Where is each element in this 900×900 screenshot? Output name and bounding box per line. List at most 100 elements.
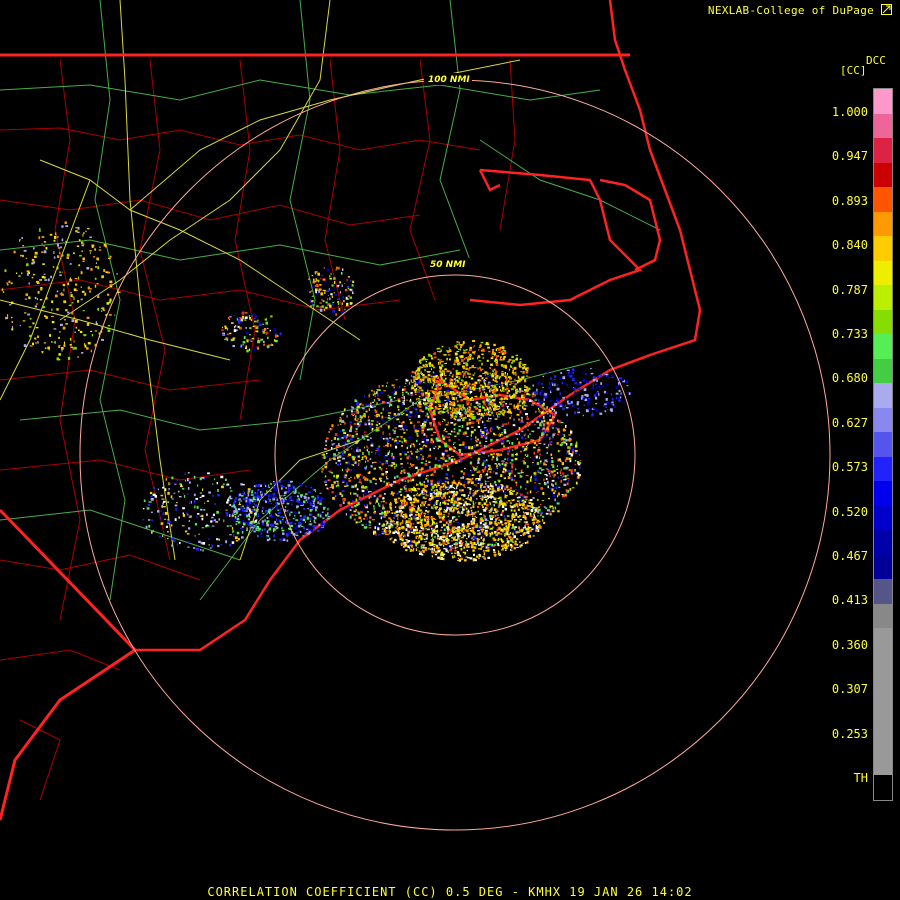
radar-echo bbox=[414, 497, 416, 500]
radar-echo bbox=[383, 510, 387, 514]
radar-echo bbox=[535, 521, 539, 523]
radar-echo bbox=[554, 490, 557, 492]
radar-echo bbox=[398, 530, 400, 533]
radar-echo bbox=[453, 393, 456, 396]
radar-echo bbox=[406, 504, 408, 506]
radar-echo bbox=[470, 506, 472, 509]
radar-echo bbox=[319, 500, 323, 502]
radar-echo bbox=[431, 520, 434, 524]
radar-echo bbox=[442, 457, 445, 460]
radar-echo bbox=[373, 507, 375, 511]
radar-echo bbox=[424, 463, 428, 466]
radar-echo bbox=[298, 524, 301, 528]
radar-echo bbox=[472, 500, 474, 504]
radar-echo bbox=[426, 516, 430, 519]
radar-echo bbox=[520, 450, 522, 453]
radar-echo bbox=[524, 525, 526, 528]
radar-echo bbox=[529, 515, 533, 517]
radar-echo bbox=[536, 444, 538, 446]
radar-echo bbox=[516, 505, 519, 508]
radar-echo bbox=[553, 492, 556, 495]
radar-echo bbox=[456, 347, 458, 349]
radar-echo bbox=[77, 356, 79, 358]
radar-echo bbox=[497, 506, 501, 508]
radar-echo bbox=[274, 488, 277, 492]
radar-echo bbox=[449, 447, 452, 451]
radar-echo bbox=[225, 478, 227, 481]
radar-echo bbox=[557, 450, 560, 453]
radar-echo bbox=[477, 510, 479, 513]
radar-echo bbox=[298, 511, 300, 514]
radar-echo bbox=[526, 465, 529, 468]
radar-echo bbox=[323, 506, 326, 509]
radar-echo bbox=[507, 476, 511, 480]
radar-echo bbox=[446, 409, 449, 412]
radar-echo bbox=[434, 382, 437, 384]
radar-echo bbox=[51, 315, 54, 318]
radar-echo bbox=[487, 350, 491, 353]
radar-echo bbox=[533, 451, 535, 455]
radar-echo bbox=[150, 495, 153, 497]
radar-echo bbox=[244, 522, 247, 524]
radar-echo bbox=[425, 375, 427, 379]
radar-echo bbox=[515, 433, 517, 435]
radar-echo bbox=[417, 375, 421, 379]
radar-echo bbox=[2, 291, 5, 293]
radar-echo bbox=[484, 374, 486, 376]
radar-echo bbox=[445, 521, 448, 525]
radar-echo bbox=[480, 413, 483, 416]
radar-echo bbox=[423, 382, 425, 384]
radar-echo bbox=[457, 372, 460, 375]
radar-echo bbox=[261, 491, 263, 493]
radar-echo bbox=[54, 232, 57, 236]
radar-echo bbox=[396, 418, 400, 421]
radar-echo bbox=[403, 533, 405, 536]
radar-echo bbox=[309, 517, 312, 520]
radar-echo bbox=[352, 411, 356, 413]
radar-echo bbox=[437, 552, 439, 554]
radar-echo bbox=[142, 508, 145, 510]
radar-echo bbox=[371, 423, 374, 426]
radar-echo bbox=[385, 424, 388, 426]
radar-echo bbox=[65, 225, 69, 227]
radar-echo bbox=[266, 538, 270, 542]
radar-echo bbox=[448, 495, 450, 498]
radar-echo bbox=[534, 394, 536, 397]
state-borders bbox=[0, 53, 630, 821]
radar-echo bbox=[393, 480, 397, 483]
radar-echo bbox=[523, 363, 527, 366]
radar-echo bbox=[307, 524, 311, 527]
radar-echo bbox=[434, 465, 437, 467]
radar-echo bbox=[478, 382, 480, 384]
radar-echo bbox=[428, 428, 431, 431]
radar-echo bbox=[399, 429, 403, 431]
radar-echo bbox=[230, 490, 233, 492]
radar-echo bbox=[444, 434, 447, 437]
radar-echo bbox=[405, 490, 408, 493]
radar-echo bbox=[400, 463, 403, 465]
radar-echo bbox=[331, 424, 334, 428]
radar-echo bbox=[487, 496, 490, 498]
radar-echo bbox=[403, 388, 406, 391]
radar-echo bbox=[473, 546, 477, 549]
radar-echo bbox=[498, 405, 500, 408]
radar-echo bbox=[225, 511, 229, 515]
radar-echo bbox=[471, 421, 475, 425]
radar-echo bbox=[568, 437, 571, 440]
radar-echo bbox=[455, 380, 457, 383]
radar-echo bbox=[432, 418, 436, 421]
radar-echo bbox=[501, 511, 504, 514]
radar-echo bbox=[439, 512, 443, 516]
radar-echo bbox=[403, 425, 407, 428]
radar-echo bbox=[470, 437, 472, 441]
radar-echo bbox=[436, 494, 438, 497]
radar-echo bbox=[358, 516, 362, 520]
radar-echo bbox=[421, 410, 424, 413]
radar-echo bbox=[453, 487, 456, 490]
radar-echo bbox=[469, 541, 472, 544]
radar-echo bbox=[374, 452, 377, 455]
radar-echo bbox=[385, 444, 388, 447]
radar-echo bbox=[339, 419, 342, 423]
radar-echo bbox=[491, 374, 494, 378]
radar-echo bbox=[481, 385, 485, 389]
